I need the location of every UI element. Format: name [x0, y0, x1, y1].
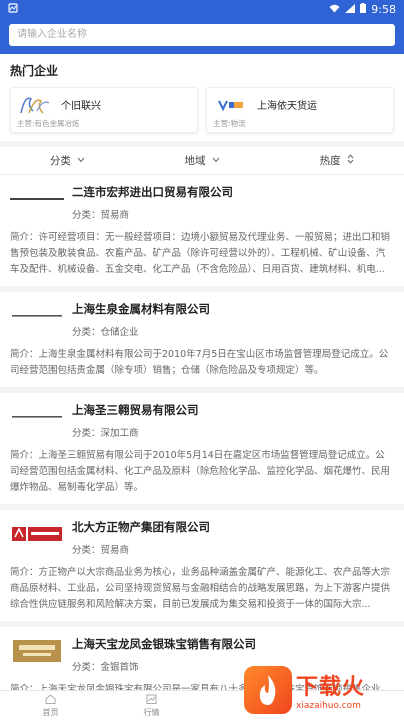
- hot-companies-cards: 个旧联兴 主营:有色金属冶炼 上海依天货运 主营:物流: [10, 86, 394, 133]
- list-item[interactable]: 上海圣三翱贸易有限公司 分类：深加工商 简介：上海圣三翱贸易有限公司于2010年…: [0, 393, 404, 510]
- tianbao-logo-icon: [10, 639, 64, 663]
- company-description: 简介：方正物产以大宗商品业务为核心，业务品种涵盖金属矿产、能源化工、农产品等大宗…: [10, 566, 391, 610]
- filter-category-label: 分类: [49, 154, 71, 167]
- hot-companies-section: 热门企业 个旧联兴 主营:有色金属冶炼 上海依天货运 主营:物流: [0, 53, 404, 141]
- company-category: 分类：深加工商: [72, 427, 139, 439]
- filter-region-label: 地域: [184, 154, 206, 167]
- filter-popularity[interactable]: 热度: [269, 153, 404, 168]
- gejiu-logo-icon: [17, 93, 53, 117]
- yitian-logo-icon: [213, 93, 249, 117]
- chevron-down-icon: [212, 156, 220, 165]
- filter-popularity-label: 热度: [319, 154, 341, 167]
- status-right: 9:58: [329, 2, 396, 16]
- sort-icon: [347, 154, 354, 166]
- watermark-name: 下载火: [296, 675, 366, 700]
- company-name: 上海天宝龙凤金银珠宝销售有限公司: [72, 636, 256, 651]
- notification-icon: [8, 2, 18, 16]
- company-description: 简介：许可经营项目：无一般经营项目：边境小额贸易及代理业务、一般贸易；进出口和销…: [10, 231, 391, 275]
- chart-icon: [146, 694, 157, 706]
- filter-bar: 分类 地域 热度: [0, 146, 404, 175]
- search-bar: [0, 18, 404, 54]
- hot-companies-title: 热门企业: [10, 63, 59, 78]
- flame-logo-icon: [244, 666, 292, 714]
- filter-region[interactable]: 地域: [135, 153, 270, 168]
- company-name: 二连市宏邦进出口贸易有限公司: [72, 184, 233, 199]
- list-item[interactable]: 北大方正物产集团有限公司 分类：贸易商 简介：方正物产以大宗商品业务为核心，业务…: [0, 510, 404, 627]
- company-logo-icon: [10, 304, 64, 328]
- list-item[interactable]: 上海生泉金属材料有限公司 分类：仓储企业 简介：上海生泉金属材料有限公司于201…: [0, 292, 404, 393]
- founder-logo-icon: [10, 522, 64, 546]
- filter-category[interactable]: 分类: [0, 153, 135, 168]
- company-list: 二连市宏邦进出口贸易有限公司 分类：贸易商 简介：许可经营项目：无一般经营项目：…: [0, 174, 404, 720]
- status-left: [8, 2, 18, 16]
- company-category: 分类：贸易商: [72, 209, 130, 221]
- site-watermark: 下载火 xiazaihuo.com: [244, 660, 404, 720]
- signal-icon: [345, 3, 356, 16]
- chevron-down-icon: [77, 156, 85, 165]
- company-category: 分类：仓储企业: [72, 326, 139, 338]
- company-description: 简介：上海圣三翱贸易有限公司于2010年5月14日在嘉定区市场监督管理局登记成立…: [10, 449, 391, 493]
- list-item[interactable]: 二连市宏邦进出口贸易有限公司 分类：贸易商 简介：许可经营项目：无一般经营项目：…: [0, 175, 404, 292]
- tab-news[interactable]: 行情: [101, 691, 202, 720]
- company-name: 上海生泉金属材料有限公司: [72, 301, 210, 316]
- company-name: 上海圣三翱贸易有限公司: [72, 402, 199, 417]
- company-category: 分类：贸易商: [72, 544, 130, 556]
- status-bar: 9:58: [0, 0, 404, 18]
- company-description: 简介：上海生泉金属材料有限公司于2010年7月5日在宝山区市场监督管理局登记成立…: [10, 348, 389, 376]
- company-logo-icon: [10, 187, 64, 211]
- battery-icon: [360, 2, 367, 16]
- hot-company-business: 主营:物流: [213, 118, 246, 128]
- search-input[interactable]: [9, 23, 395, 46]
- tab-home-label: 首页: [42, 707, 59, 717]
- tab-home[interactable]: 首页: [0, 691, 101, 720]
- hot-company-business: 主营:有色金属冶炼: [17, 118, 80, 128]
- status-time: 9:58: [371, 2, 396, 16]
- tab-news-label: 行情: [143, 707, 160, 717]
- company-name: 北大方正物产集团有限公司: [72, 519, 210, 534]
- hot-company-card-yitian[interactable]: 上海依天货运 主营:物流: [206, 86, 394, 133]
- company-logo-icon: [10, 405, 64, 429]
- hot-company-name: 个旧联兴: [61, 101, 101, 112]
- watermark-url: xiazaihuo.com: [296, 701, 361, 711]
- hot-company-card-gejiu[interactable]: 个旧联兴 主营:有色金属冶炼: [10, 86, 198, 133]
- hot-company-name: 上海依天货运: [257, 101, 317, 112]
- home-icon: [45, 693, 56, 706]
- wifi-icon: [329, 3, 340, 16]
